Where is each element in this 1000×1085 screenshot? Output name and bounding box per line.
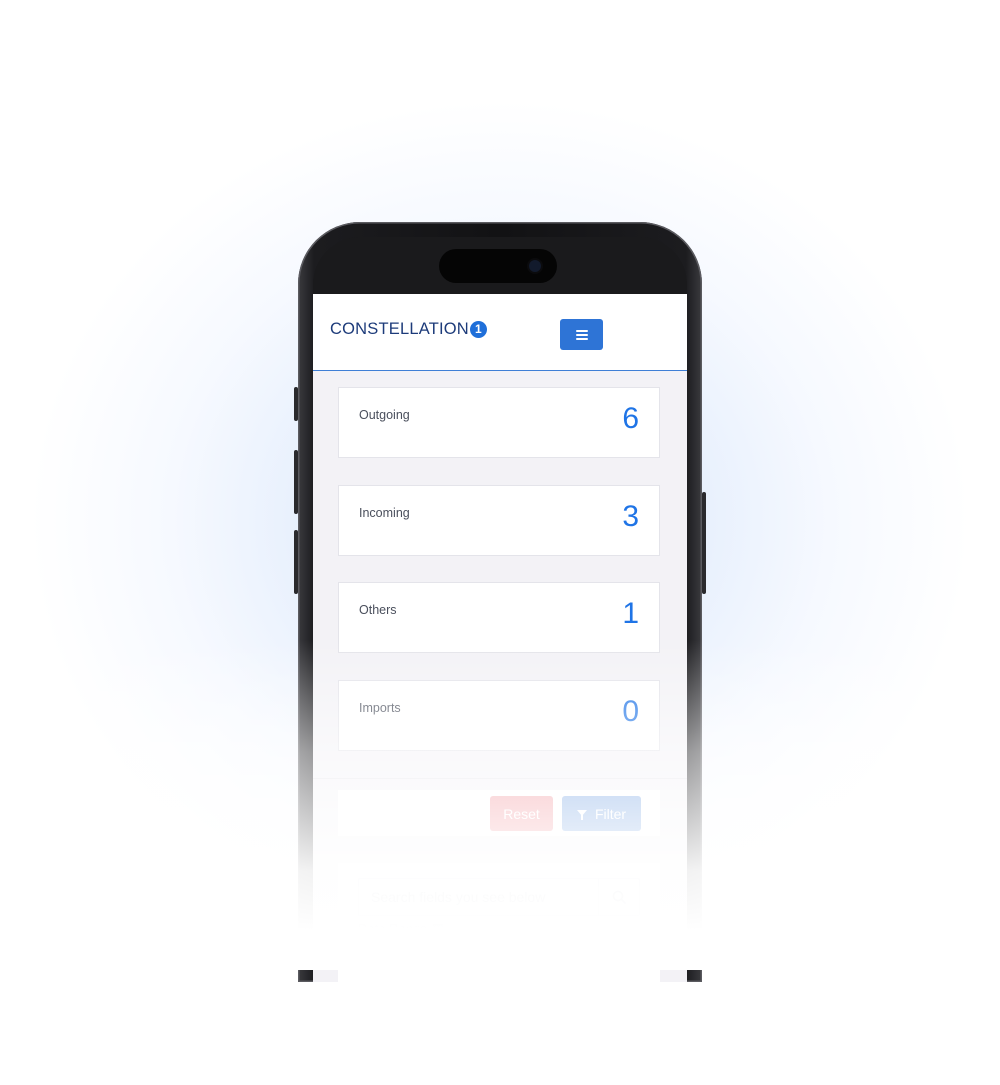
search-button[interactable]	[598, 879, 639, 915]
stat-label: Others	[359, 603, 397, 617]
stat-value: 3	[622, 500, 639, 533]
reset-button[interactable]: Reset	[490, 796, 553, 831]
filter-bar: Reset Filter	[338, 790, 660, 836]
brand-logo[interactable]: CONSTELLATION 1	[330, 320, 487, 339]
brand-logo-mark: 1	[469, 321, 487, 338]
date-range-label: Date Range	[358, 921, 428, 936]
stat-card-others[interactable]: Others 1	[338, 582, 660, 653]
menu-toggle-button[interactable]	[560, 319, 603, 350]
background: CONSTELLATION 1 Outgoing 6 Incoming 3 Ot…	[0, 0, 1000, 1085]
stat-card-imports[interactable]: Imports 0	[338, 680, 660, 751]
search-group	[358, 878, 640, 916]
brand-logo-text: CONSTELLATION	[330, 320, 469, 338]
hamburger-menu-icon	[575, 329, 588, 340]
filter-button-label: Filter	[594, 805, 627, 822]
stat-value: 6	[622, 402, 639, 435]
section-divider	[313, 778, 687, 779]
stat-value: 1	[622, 597, 639, 630]
stat-card-incoming[interactable]: Incoming 3	[338, 485, 660, 556]
phone-power-button	[702, 492, 706, 594]
stat-card-outgoing[interactable]: Outgoing 6	[338, 387, 660, 458]
phone-frame: CONSTELLATION 1 Outgoing 6 Incoming 3 Ot…	[294, 222, 706, 982]
camera-icon	[529, 260, 541, 272]
phone-screen: CONSTELLATION 1 Outgoing 6 Incoming 3 Ot…	[313, 237, 687, 982]
phone-volume-up-button	[294, 450, 298, 514]
app-view: CONSTELLATION 1 Outgoing 6 Incoming 3 Ot…	[313, 294, 687, 982]
stat-label: Outgoing	[359, 408, 410, 422]
funnel-icon	[576, 809, 587, 820]
date-range-row[interactable]: Date Range	[358, 921, 444, 936]
phone-volume-down-button	[294, 530, 298, 594]
phone-action-button	[294, 387, 298, 421]
filter-button[interactable]: Filter	[562, 796, 641, 831]
calendar-icon	[433, 923, 444, 934]
stat-value: 0	[622, 695, 639, 728]
stat-label: Incoming	[359, 506, 410, 520]
search-card: Date Range	[338, 863, 660, 982]
stat-label: Imports	[359, 701, 401, 715]
search-input[interactable]	[359, 879, 598, 915]
search-icon	[612, 890, 626, 904]
dynamic-island	[439, 249, 557, 283]
navbar: CONSTELLATION 1	[313, 294, 687, 371]
